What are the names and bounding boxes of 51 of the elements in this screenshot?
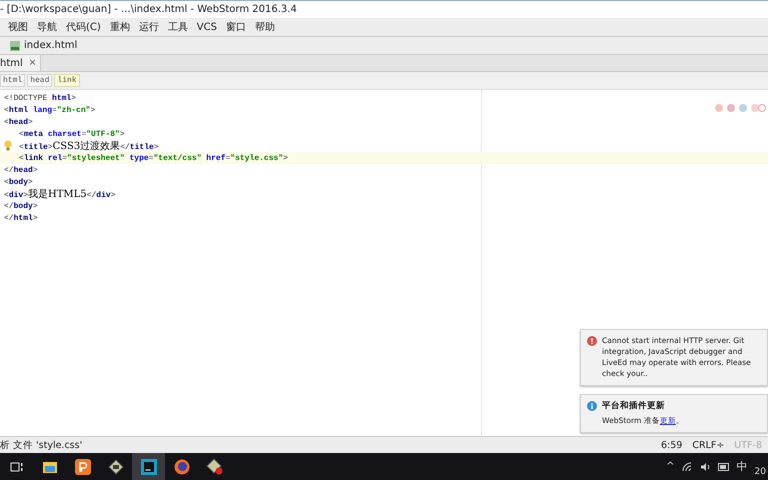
slides-app-icon (74, 458, 90, 474)
html-file-icon (9, 40, 21, 52)
menu-item[interactable]: 导航 (37, 20, 57, 34)
tab-label: html (0, 58, 23, 68)
code-line: </head> (4, 166, 38, 174)
task-view-icon (10, 460, 24, 472)
code-line: </body> (4, 202, 38, 210)
diamond-app-icon (206, 458, 223, 475)
menu-item[interactable]: 帮助 (254, 20, 275, 34)
code-line: <html lang="zh-cn"> (4, 106, 96, 114)
code-line: <body> (4, 178, 33, 186)
folder-icon (42, 460, 58, 474)
code-line: </html> (4, 214, 38, 222)
error-icon (587, 336, 597, 346)
diamond-app-icon (108, 458, 124, 474)
menu-item[interactable]: 视图 (8, 20, 28, 34)
lightbulb-icon[interactable] (4, 140, 12, 151)
editor-tab[interactable]: html × (0, 55, 42, 71)
window-title: - [D:\workspace\guan] - ...\index.html - WebStorm 2016.3.4 (0, 4, 297, 15)
menu-item[interactable]: 代码(C) (66, 20, 101, 34)
code-line: <link rel="stylesheet" type="text/css" href="style.css"> (19, 154, 288, 162)
menu-item[interactable]: 窗口 (226, 20, 246, 34)
menu-item[interactable]: 运行 (138, 20, 159, 34)
tag-breadcrumb[interactable]: html (0, 74, 26, 87)
info-icon (587, 401, 597, 411)
notification-title: 平台和插件更新 (602, 400, 666, 412)
code-line: <div>我是HTML5</div> (4, 188, 116, 201)
tag-breadcrumb[interactable]: head (27, 74, 52, 87)
tag-breadcrumb[interactable]: link (54, 74, 80, 87)
browser-icon (174, 458, 190, 474)
clock[interactable]: 20 (754, 467, 766, 477)
ide-app-icon (140, 458, 156, 474)
wifi-icon[interactable] (682, 462, 693, 472)
speaker-icon[interactable] (700, 462, 711, 472)
menu-item[interactable]: VCS (196, 22, 217, 32)
code-line: <meta charset="UTF-8"> (19, 130, 125, 138)
battery-icon[interactable] (718, 462, 730, 470)
cursor-position[interactable]: 6:59 (661, 440, 682, 450)
code-line: <!DOCTYPE html> (4, 94, 76, 102)
status-message: 析 文件 'style.css' (0, 438, 82, 452)
breadcrumb-file[interactable]: index.html (24, 40, 78, 51)
code-line: <head> (4, 118, 33, 126)
line-separator[interactable]: CRLF÷ (692, 440, 724, 450)
menu-item[interactable]: 工具 (168, 20, 188, 34)
input-method-indicator[interactable]: 中 (736, 459, 748, 474)
close-button[interactable]: × (28, 58, 36, 68)
browser-icons-drawing (714, 103, 766, 113)
taskbar-button[interactable] (132, 453, 165, 480)
menu-item[interactable]: 重构 (110, 20, 130, 34)
chevron-button[interactable]: ^ (666, 461, 675, 472)
code-line: <title>CSS3过渡效果</title> (19, 140, 159, 153)
